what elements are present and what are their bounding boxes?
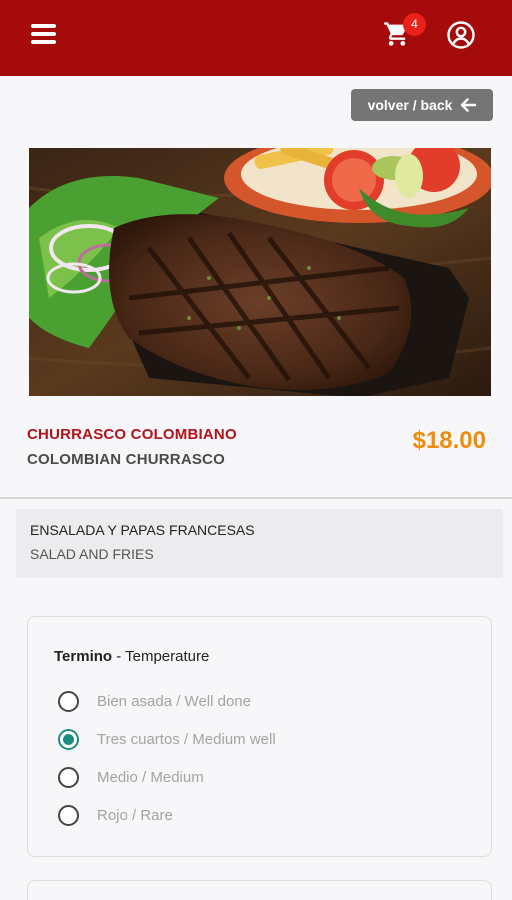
product-price: $18.00: [412, 427, 486, 454]
top-app-bar: 4: [0, 0, 512, 76]
option-medium[interactable]: Medio / Medium: [58, 765, 204, 789]
next-options-card: [27, 880, 492, 900]
hamburger-menu-icon[interactable]: [31, 23, 56, 45]
option-label: Tres cuartos / Medium well: [97, 730, 276, 748]
radio-button[interactable]: [58, 690, 79, 712]
radio-button-checked[interactable]: [58, 728, 79, 750]
options-title-english: Temperature: [125, 648, 210, 665]
product-image: [29, 148, 491, 396]
option-label: Rojo / Rare: [97, 806, 173, 824]
description-spanish: ENSALADA Y PAPAS FRANCESAS: [30, 522, 255, 538]
options-title-spanish: Termino: [54, 648, 113, 665]
arrow-left-icon: [461, 98, 477, 112]
option-label: Medio / Medium: [97, 768, 204, 786]
options-title-separator: -: [112, 648, 126, 665]
radio-button[interactable]: [58, 804, 79, 826]
option-rare[interactable]: Rojo / Rare: [58, 803, 173, 827]
option-medium-well[interactable]: Tres cuartos / Medium well: [58, 727, 276, 751]
section-divider: [0, 497, 512, 499]
product-name-english: COLOMBIAN CHURRASCO: [27, 451, 225, 468]
temperature-options-card: Termino - Temperature Bien asada / Well …: [27, 616, 492, 857]
options-title: Termino - Temperature: [54, 648, 209, 665]
description-english: SALAD AND FRIES: [30, 546, 154, 562]
option-label: Bien asada / Well done: [97, 692, 251, 710]
back-button-label: volver / back: [367, 97, 453, 113]
product-description: ENSALADA Y PAPAS FRANCESAS SALAD AND FRI…: [16, 509, 503, 578]
product-name-spanish: CHURRASCO COLOMBIANO: [27, 426, 237, 443]
radio-button[interactable]: [58, 766, 79, 788]
option-well-done[interactable]: Bien asada / Well done: [58, 689, 251, 713]
back-button[interactable]: volver / back: [351, 89, 493, 121]
cart-count-badge: 4: [403, 13, 426, 36]
user-account-icon[interactable]: [446, 20, 476, 50]
